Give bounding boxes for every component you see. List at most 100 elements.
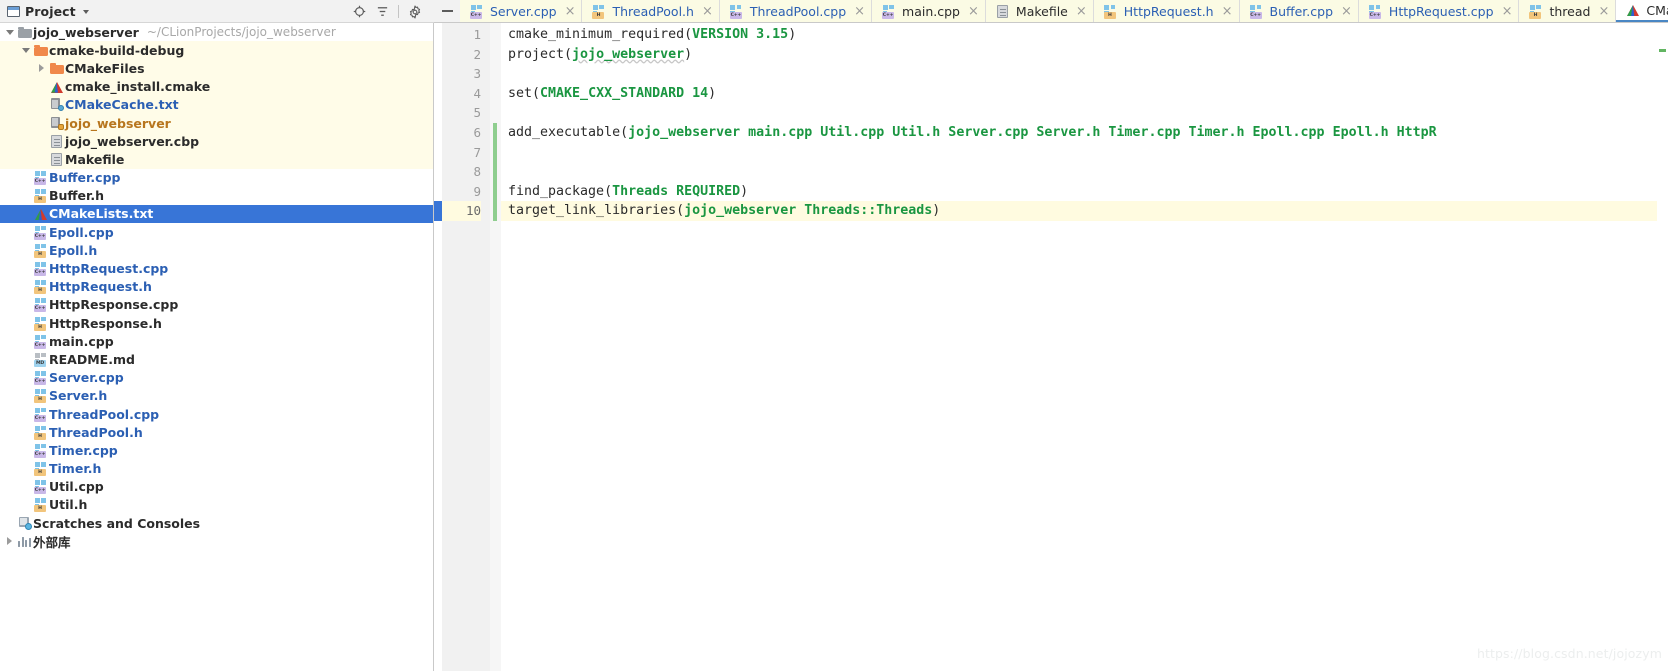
- code-line[interactable]: add_executable(jojo_webserver main.cpp U…: [508, 123, 1668, 143]
- tree-row[interactable]: H Epoll.h: [0, 241, 433, 259]
- code-line[interactable]: [508, 162, 1668, 182]
- hide-tool-window-button[interactable]: [434, 0, 460, 22]
- toolbar-divider: [398, 5, 399, 18]
- tree-row[interactable]: H Server.h: [0, 387, 433, 405]
- tree-row[interactable]: H HttpResponse.h: [0, 314, 433, 332]
- editor-tab-makefile[interactable]: Makefile ×: [985, 0, 1094, 22]
- cpp-file-icon: C++: [1248, 4, 1265, 19]
- tree-row[interactable]: C++ Epoll.cpp: [0, 223, 433, 241]
- editor-tab-thread[interactable]: Hthread ×: [1519, 0, 1617, 22]
- project-panel-title: Project: [25, 3, 76, 19]
- tree-row[interactable]: C++ HttpRequest.cpp: [0, 259, 433, 277]
- error-stripe-mark[interactable]: [1659, 49, 1666, 52]
- code-line[interactable]: set(CMAKE_CXX_STANDARD 14): [508, 84, 1668, 104]
- tree-row[interactable]: cmake-build-debug: [0, 41, 433, 60]
- close-icon[interactable]: ×: [854, 5, 865, 18]
- close-icon[interactable]: ×: [565, 5, 576, 18]
- tree-row[interactable]: C++ Util.cpp: [0, 478, 433, 496]
- code-folding-column[interactable]: [490, 23, 501, 671]
- editor-tab-httprequest-cpp[interactable]: C++ HttpRequest.cpp ×: [1358, 0, 1520, 22]
- tree-row[interactable]: H Util.h: [0, 496, 433, 514]
- close-icon[interactable]: ×: [1222, 5, 1233, 18]
- line-number: 1: [473, 27, 481, 42]
- tree-row[interactable]: C++ Server.cpp: [0, 369, 433, 387]
- code-line[interactable]: target_link_libraries(jojo_webserver Thr…: [501, 201, 1668, 221]
- close-icon[interactable]: ×: [968, 5, 979, 18]
- code-token: jojo_webserver: [572, 46, 685, 62]
- clion-window: Project C++ Server.cpp × H ThreadPool.h …: [0, 0, 1668, 671]
- expand-arrow-down-icon[interactable]: [19, 47, 32, 53]
- editor-tab-buffer-cpp[interactable]: C++ Buffer.cpp ×: [1239, 0, 1359, 22]
- expand-arrow-down-icon[interactable]: [3, 29, 16, 35]
- locate-icon[interactable]: [348, 1, 371, 22]
- code-editor[interactable]: 1 2 3 4 5 6 7 8 9 10 cmake_minimum_required(VERSI…: [434, 23, 1668, 671]
- tree-item-label: CMakeFiles: [65, 60, 145, 76]
- tree-row[interactable]: Makefile: [0, 150, 433, 169]
- tree-row[interactable]: C++ HttpResponse.cpp: [0, 296, 433, 314]
- collapse-all-icon[interactable]: [371, 1, 394, 22]
- folder-orange-icon: [48, 62, 65, 74]
- code-line[interactable]: cmake_minimum_required(VERSION 3.15): [508, 25, 1668, 45]
- tree-row[interactable]: CMakeLists.txt: [0, 204, 433, 224]
- cpp-file-icon: C++: [32, 334, 49, 349]
- code-token: target_link_libraries(: [508, 203, 685, 219]
- tree-row[interactable]: CMakeCache.txt: [0, 95, 433, 114]
- code-content[interactable]: cmake_minimum_required(VERSION 3.15) proj…: [501, 23, 1668, 671]
- tree-row[interactable]: Scratches and Consoles: [0, 514, 433, 532]
- tree-item-label: ThreadPool.h: [49, 424, 143, 440]
- vcs-change-marker: [493, 123, 497, 221]
- cmake-icon: [1624, 4, 1641, 16]
- folder-grey-icon: [16, 26, 33, 38]
- tree-row[interactable]: jojo_webserver: [0, 113, 433, 133]
- code-line[interactable]: project(jojo_webserver): [508, 45, 1668, 65]
- h-file-icon: H: [1102, 4, 1119, 19]
- cpp-file-icon: C++: [1367, 4, 1384, 19]
- close-icon[interactable]: ×: [1502, 5, 1513, 18]
- editor-tab-threadpool-cpp[interactable]: C++ ThreadPool.cpp ×: [719, 0, 873, 22]
- editor-tab-strip: C++ Server.cpp × H ThreadPool.h × C++ ThreadPoo…: [434, 0, 1668, 23]
- editor-tab-httprequest-h[interactable]: H HttpRequest.h ×: [1093, 0, 1240, 22]
- tree-row[interactable]: C++ Timer.cpp: [0, 441, 433, 459]
- close-icon[interactable]: ×: [1598, 5, 1609, 18]
- editor-tab-cmakelists-txt[interactable]: CMakeLists.txt×: [1616, 0, 1668, 22]
- cpp-file-icon: C++: [32, 225, 49, 240]
- tree-row[interactable]: CMakeFiles: [0, 59, 433, 78]
- tree-row[interactable]: C++ main.cpp: [0, 332, 433, 350]
- chevron-down-icon[interactable]: [82, 10, 89, 14]
- tree-row[interactable]: H ThreadPool.h: [0, 423, 433, 441]
- tree-row[interactable]: H HttpRequest.h: [0, 278, 433, 296]
- editor-tab-threadpool-h[interactable]: H ThreadPool.h ×: [582, 0, 720, 22]
- gear-icon[interactable]: [403, 1, 426, 22]
- code-line[interactable]: find_package(Threads REQUIRED): [508, 182, 1668, 202]
- code-line[interactable]: [508, 103, 1668, 123]
- tree-item-label: Server.cpp: [49, 370, 124, 386]
- tree-item-label: HttpResponse.cpp: [49, 297, 179, 313]
- editor-tab-server-cpp[interactable]: C++ Server.cpp ×: [460, 0, 583, 22]
- tree-row[interactable]: MD README.md: [0, 350, 433, 368]
- tree-row[interactable]: C++ ThreadPool.cpp: [0, 405, 433, 423]
- expand-arrow-right-icon[interactable]: [3, 537, 16, 546]
- project-panel-title-group[interactable]: Project: [7, 4, 89, 19]
- code-line[interactable]: [508, 143, 1668, 163]
- tree-row[interactable]: cmake_install.cmake: [0, 77, 433, 96]
- editor-tab-main-cpp[interactable]: C++ main.cpp ×: [872, 0, 986, 22]
- cmake-cache-icon: [48, 98, 65, 112]
- close-icon[interactable]: ×: [702, 5, 713, 18]
- tree-row[interactable]: jojo_webserver.cbp: [0, 132, 433, 151]
- project-tree[interactable]: jojo_webserver ~/CLionProjects/jojo_webse…: [0, 23, 434, 671]
- tree-row[interactable]: H Buffer.h: [0, 187, 433, 205]
- tree-row[interactable]: C++ Buffer.cpp: [0, 169, 433, 187]
- tree-row[interactable]: H Timer.h: [0, 460, 433, 478]
- line-number: 7: [473, 144, 481, 160]
- close-icon[interactable]: ×: [1341, 5, 1352, 18]
- line-number: 5: [473, 105, 481, 121]
- close-icon[interactable]: ×: [1076, 5, 1087, 18]
- tree-row[interactable]: jojo_webserver ~/CLionProjects/jojo_webse…: [0, 23, 433, 41]
- code-line[interactable]: [508, 64, 1668, 84]
- tree-row[interactable]: 外部库: [0, 532, 433, 550]
- h-file-icon: H: [32, 498, 49, 513]
- expand-arrow-right-icon[interactable]: [35, 64, 48, 73]
- project-path-hint: ~/CLionProjects/jojo_webserver: [146, 25, 336, 40]
- tree-item-label: HttpRequest.cpp: [49, 261, 169, 277]
- editor-right-gutter[interactable]: [1657, 23, 1668, 671]
